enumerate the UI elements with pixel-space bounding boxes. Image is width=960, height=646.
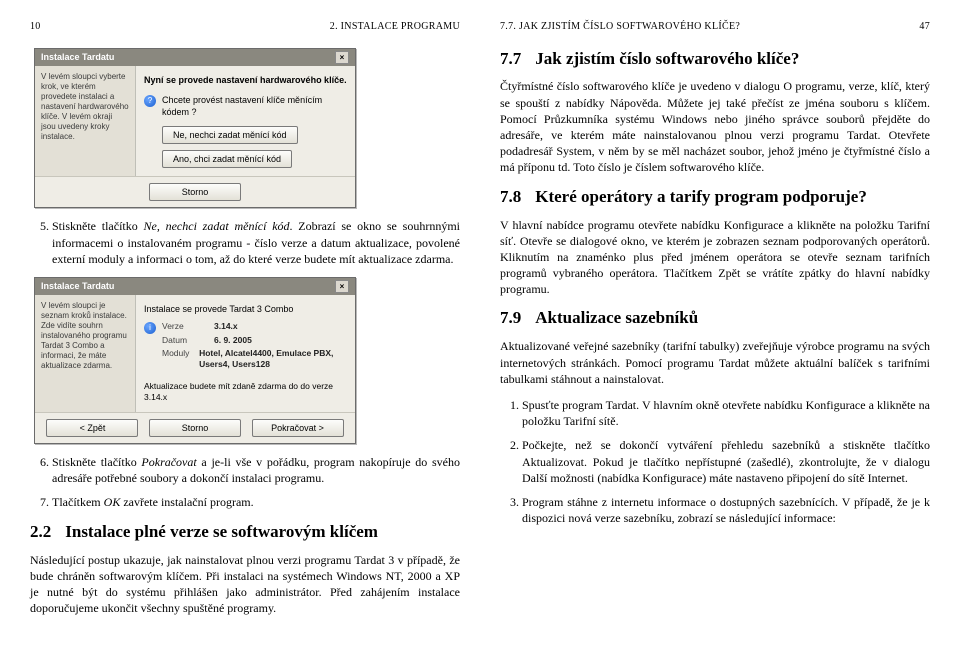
step-79-3: Program stáhne z internetu informace o d…: [522, 494, 930, 526]
close-icon[interactable]: ×: [335, 51, 349, 64]
dialog1-titlebar: Instalace Tardatu ×: [35, 49, 355, 66]
dialog2-note: Aktualizace budete mít zdaně zdarma do d…: [144, 381, 347, 404]
btn-no-change-code[interactable]: Ne, nechci zadat měnící kód: [162, 126, 298, 144]
step-79-2: Počkejte, než se dokončí vytváření přehl…: [522, 437, 930, 486]
section-2-2-heading: 2.2Instalace plné verze se softwarovým k…: [30, 521, 460, 544]
steps-5: Stiskněte tlačítko Ne, nechci zadat mění…: [30, 218, 460, 267]
dialog2-main: Instalace se provede Tardat 3 Combo i Ve…: [136, 295, 355, 412]
dialog1-cancel-button[interactable]: Storno: [149, 183, 241, 201]
close-icon[interactable]: ×: [335, 280, 349, 293]
step-6: Stiskněte tlačítko Pokračovat a je-li vš…: [52, 454, 460, 486]
question-icon: ?: [144, 95, 156, 107]
btn-yes-change-code[interactable]: Ano, chci zadat měnící kód: [162, 150, 292, 168]
dialog2-next-button[interactable]: Pokračovat >: [252, 419, 344, 437]
dialog-hw-key: Instalace Tardatu × V levém sloupci vybe…: [34, 48, 356, 209]
right-header-text: 7.7. JAK ZJISTÍM ČÍSLO SOFTWAROVÉHO KLÍČ…: [500, 20, 740, 34]
dialog1-main: Nyní se provede nastavení hardwarového k…: [136, 66, 355, 177]
dialog1-sidebar: V levém sloupci vyberte krok, ve kterém …: [35, 66, 136, 177]
dialog1-heading: Nyní se provede nastavení hardwarového k…: [144, 74, 347, 86]
section-7-7-body: Čtyřmístné číslo softwarového klíče je u…: [500, 78, 930, 175]
right-page-num: 47: [919, 20, 930, 34]
section-2-2-body: Následující postup ukazuje, jak nainstal…: [30, 552, 460, 617]
right-header: 7.7. JAK ZJISTÍM ČÍSLO SOFTWAROVÉHO KLÍČ…: [500, 20, 930, 34]
left-header-text: 2. INSTALACE PROGRAMU: [330, 20, 460, 34]
dialog2-back-button[interactable]: < Zpět: [46, 419, 138, 437]
left-header: 10 2. INSTALACE PROGRAMU: [30, 20, 460, 34]
left-page: 10 2. INSTALACE PROGRAMU Instalace Tarda…: [30, 20, 460, 626]
dialog2-sidebar: V levém sloupci je seznam kroků instalac…: [35, 295, 136, 412]
left-page-num: 10: [30, 20, 41, 34]
section-7-8-body: V hlavní nabídce programu otevřete nabíd…: [500, 217, 930, 298]
dialog1-title: Instalace Tardatu: [41, 51, 114, 63]
dialog2-cancel-button[interactable]: Storno: [149, 419, 241, 437]
info-icon: i: [144, 322, 156, 334]
right-page: 7.7. JAK ZJISTÍM ČÍSLO SOFTWAROVÉHO KLÍČ…: [500, 20, 930, 626]
section-7-9-heading: 7.9Aktualizace sazebníků: [500, 307, 930, 330]
step-5: Stiskněte tlačítko Ne, nechci zadat mění…: [52, 218, 460, 267]
dialog-summary: Instalace Tardatu × V levém sloupci je s…: [34, 277, 356, 444]
section-7-8-heading: 7.8Které operátory a tarify program podp…: [500, 186, 930, 209]
section-7-7-heading: 7.7Jak zjistím číslo softwarového klíče?: [500, 48, 930, 71]
dialog1-question: Chcete provést nastavení klíče měnícím k…: [162, 94, 347, 118]
step-79-1: Spusťte program Tardat. V hlavním okně o…: [522, 397, 930, 429]
dialog2-title: Instalace Tardatu: [41, 280, 114, 292]
step-7: Tlačítkem OK zavřete instalační program.: [52, 494, 460, 510]
steps-6-7: Stiskněte tlačítko Pokračovat a je-li vš…: [30, 454, 460, 511]
section-7-9-body: Aktualizované veřejné sazebníky (tarifní…: [500, 338, 930, 387]
dialog2-headline: Instalace se provede Tardat 3 Combo: [144, 303, 347, 315]
dialog2-titlebar: Instalace Tardatu ×: [35, 278, 355, 295]
steps-79: Spusťte program Tardat. V hlavním okně o…: [500, 397, 930, 526]
